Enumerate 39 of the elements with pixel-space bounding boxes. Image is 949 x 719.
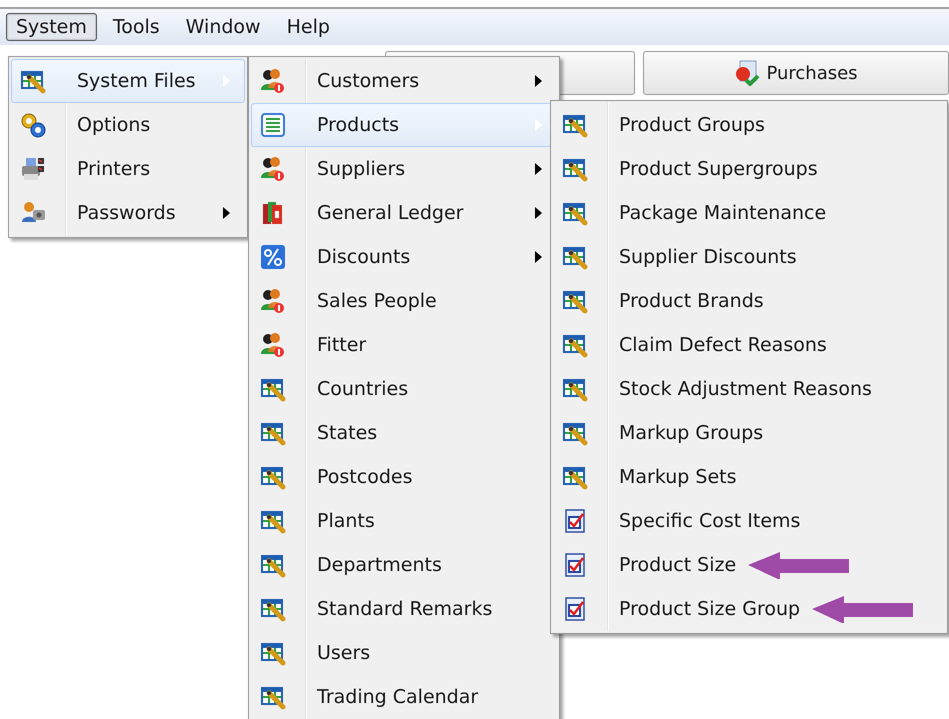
table-wrench-icon: [260, 552, 286, 578]
table-wrench-icon: [562, 244, 588, 270]
list-icon: [260, 112, 286, 138]
menu-item[interactable]: Tools: [102, 13, 170, 41]
table-wrench-icon: [562, 464, 588, 490]
toolbar-button[interactable]: Purchases: [643, 51, 949, 95]
table-wrench-icon: [562, 112, 588, 138]
table-wrench-icon: [260, 420, 286, 446]
menu-item[interactable]: Trading Calendar: [251, 675, 557, 719]
menu-item[interactable]: Options: [11, 103, 245, 147]
table-wrench-icon: [260, 508, 286, 534]
gears-icon: [20, 112, 46, 138]
table-wrench-icon: [260, 596, 286, 622]
people-icon: [260, 332, 286, 358]
menu-item[interactable]: Window: [176, 13, 271, 41]
table-wrench-icon: [20, 68, 46, 94]
table-wrench-icon: [562, 332, 588, 358]
menu-item[interactable]: System Files: [11, 59, 245, 103]
people-icon: [260, 68, 286, 94]
menu-item[interactable]: Users: [251, 631, 557, 675]
table-wrench-icon: [562, 420, 588, 446]
table-wrench-icon: [260, 464, 286, 490]
percent-icon: [260, 244, 286, 270]
people-icon: [260, 288, 286, 314]
table-wrench-icon: [562, 200, 588, 226]
menu-item[interactable]: Customers: [251, 59, 557, 103]
invoice-icon: [734, 60, 760, 86]
menu-item[interactable]: Printers: [11, 147, 245, 191]
table-wrench-icon: [562, 376, 588, 402]
table-wrench-icon: [260, 376, 286, 402]
people-icon: [260, 156, 286, 182]
menu-item[interactable]: Passwords: [11, 191, 245, 235]
menu-item[interactable]: Help: [276, 13, 340, 41]
printer-icon: [20, 156, 46, 182]
table-wrench-icon: [260, 640, 286, 666]
table-wrench-icon: [260, 684, 286, 710]
table-wrench-icon: [562, 156, 588, 182]
menu-item[interactable]: System: [6, 13, 97, 41]
table-wrench-icon: [562, 288, 588, 314]
